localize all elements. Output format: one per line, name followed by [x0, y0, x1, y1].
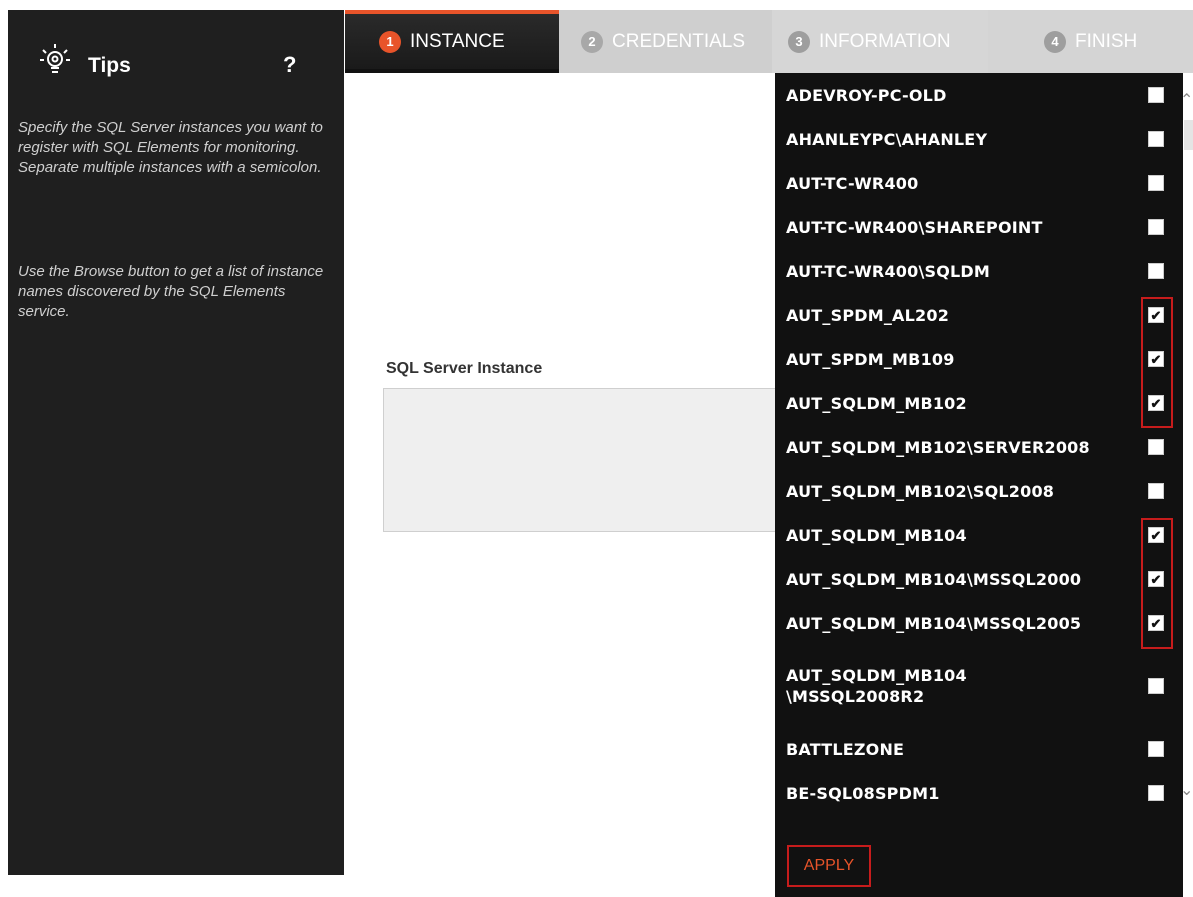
tab-label: CREDENTIALS — [612, 30, 746, 52]
instance-name: AUT_SPDM_MB109 — [786, 349, 955, 369]
scroll-up-icon[interactable]: ⌃ — [1180, 90, 1193, 110]
tab-label: FINISH — [1075, 30, 1138, 52]
checkbox[interactable] — [1148, 175, 1164, 191]
instance-name: AUT_SQLDM_MB102 — [786, 393, 967, 413]
instance-name: AUT_SQLDM_MB104\MSSQL2005 — [786, 613, 1082, 633]
instance-name: ADEVROY-PC-OLD — [786, 85, 947, 105]
wizard-tabs: 1 INSTANCE 2 CREDENTIALS 3 INFORMATION 4… — [345, 10, 1193, 73]
step-number: 2 — [581, 30, 603, 53]
top-strip — [0, 0, 1193, 10]
instance-name: AUT_SQLDM_MB104 \MSSQL2008R2 — [786, 666, 967, 706]
step-number: 3 — [788, 30, 810, 53]
sql-server-instance-label: SQL Server Instance — [386, 360, 543, 377]
instance-list-item[interactable]: AUT_SQLDM_MB104\MSSQL2000 ✔ — [775, 557, 1183, 601]
scroll-down-icon[interactable]: ⌄ — [1180, 780, 1193, 800]
tab-information[interactable]: 3 INFORMATION — [772, 10, 988, 73]
instance-list-item[interactable]: AUT-TC-WR400 — [775, 161, 1183, 205]
tips-paragraph: Use the Browse button to get a list of i… — [18, 263, 324, 320]
instance-name: AUT_SPDM_AL202 — [786, 305, 950, 325]
instance-list-item[interactable]: AUT-TC-WR400\SHAREPOINT — [775, 205, 1183, 249]
checkbox[interactable] — [1148, 219, 1164, 235]
instance-list-item[interactable]: AUT_SQLDM_MB104 ✔ — [775, 513, 1183, 557]
checkbox[interactable] — [1148, 741, 1164, 757]
instance-name: AUT-TC-WR400\SHAREPOINT — [786, 217, 1043, 237]
tab-label: INSTANCE — [410, 30, 505, 52]
instance-name: BATTLEZONE — [786, 739, 905, 759]
tab-credentials[interactable]: 2 CREDENTIALS — [559, 10, 772, 73]
instance-list-item[interactable]: AUT_SQLDM_MB104 \MSSQL2008R2 — [775, 645, 1183, 727]
instance-list-item[interactable]: AHANLEYPC\AHANLEY — [775, 117, 1183, 161]
instance-list-item[interactable]: AUT_SPDM_AL202 ✔ — [775, 293, 1183, 337]
instance-list-item[interactable]: AUT_SQLDM_MB102 ✔ — [775, 381, 1183, 425]
instance-name: AUT-TC-WR400 — [786, 173, 919, 193]
instance-name: AUT_SQLDM_MB102\SQL2008 — [786, 481, 1055, 501]
page-bottom — [0, 875, 345, 897]
tab-label: INFORMATION — [819, 30, 951, 52]
lightbulb-icon — [40, 44, 70, 73]
tips-title: Tips — [88, 54, 131, 77]
instance-name: AUT_SQLDM_MB104 — [786, 525, 967, 545]
instance-name: AUT-TC-WR400\SQLDM — [786, 261, 991, 281]
instance-list-item[interactable]: BE-SQL08SPDM1 — [775, 771, 1183, 815]
tab-finish[interactable]: 4 FINISH — [988, 10, 1193, 73]
checkbox[interactable] — [1148, 483, 1164, 499]
checkbox[interactable] — [1148, 87, 1164, 103]
sql-server-instance-input[interactable] — [383, 388, 783, 532]
instance-list-item[interactable]: BATTLEZONE — [775, 727, 1183, 771]
checkbox[interactable] — [1148, 131, 1164, 147]
instance-list-item[interactable]: AUT_SQLDM_MB102\SERVER2008 — [775, 425, 1183, 469]
selection-highlight — [1141, 518, 1173, 649]
scrollbar-thumb[interactable] — [1184, 120, 1193, 150]
instance-list-item[interactable]: AUT-TC-WR400\SQLDM — [775, 249, 1183, 293]
instance-name: BE-SQL08SPDM1 — [786, 783, 940, 803]
instance-list-item[interactable]: AUT_SQLDM_MB104\MSSQL2005 ✔ — [775, 601, 1183, 645]
instance-name: AHANLEYPC\AHANLEY — [786, 129, 988, 149]
help-icon[interactable]: ? — [283, 52, 296, 78]
step-number: 1 — [379, 30, 401, 53]
apply-button[interactable]: APPLY — [787, 845, 871, 887]
tips-paragraph: Specify the SQL Server instances you wan… — [18, 119, 323, 176]
step-number: 4 — [1044, 30, 1066, 53]
tab-instance[interactable]: 1 INSTANCE — [345, 10, 559, 69]
checkbox[interactable] — [1148, 785, 1164, 801]
instance-name: AUT_SQLDM_MB102\SERVER2008 — [786, 437, 1090, 457]
instance-list-item[interactable]: ADEVROY-PC-OLD — [775, 73, 1183, 117]
instance-list-item[interactable]: AUT_SPDM_MB109 ✔ — [775, 337, 1183, 381]
checkbox[interactable] — [1148, 678, 1164, 694]
checkbox[interactable] — [1148, 439, 1164, 455]
instance-dropdown: ADEVROY-PC-OLD AHANLEYPC\AHANLEY AUT-TC-WR… — [775, 73, 1183, 897]
selection-highlight — [1141, 297, 1173, 428]
checkbox[interactable] — [1148, 263, 1164, 279]
instance-name: AUT_SQLDM_MB104\MSSQL2000 — [786, 569, 1082, 589]
instance-list-item[interactable]: AUT_SQLDM_MB102\SQL2008 — [775, 469, 1183, 513]
